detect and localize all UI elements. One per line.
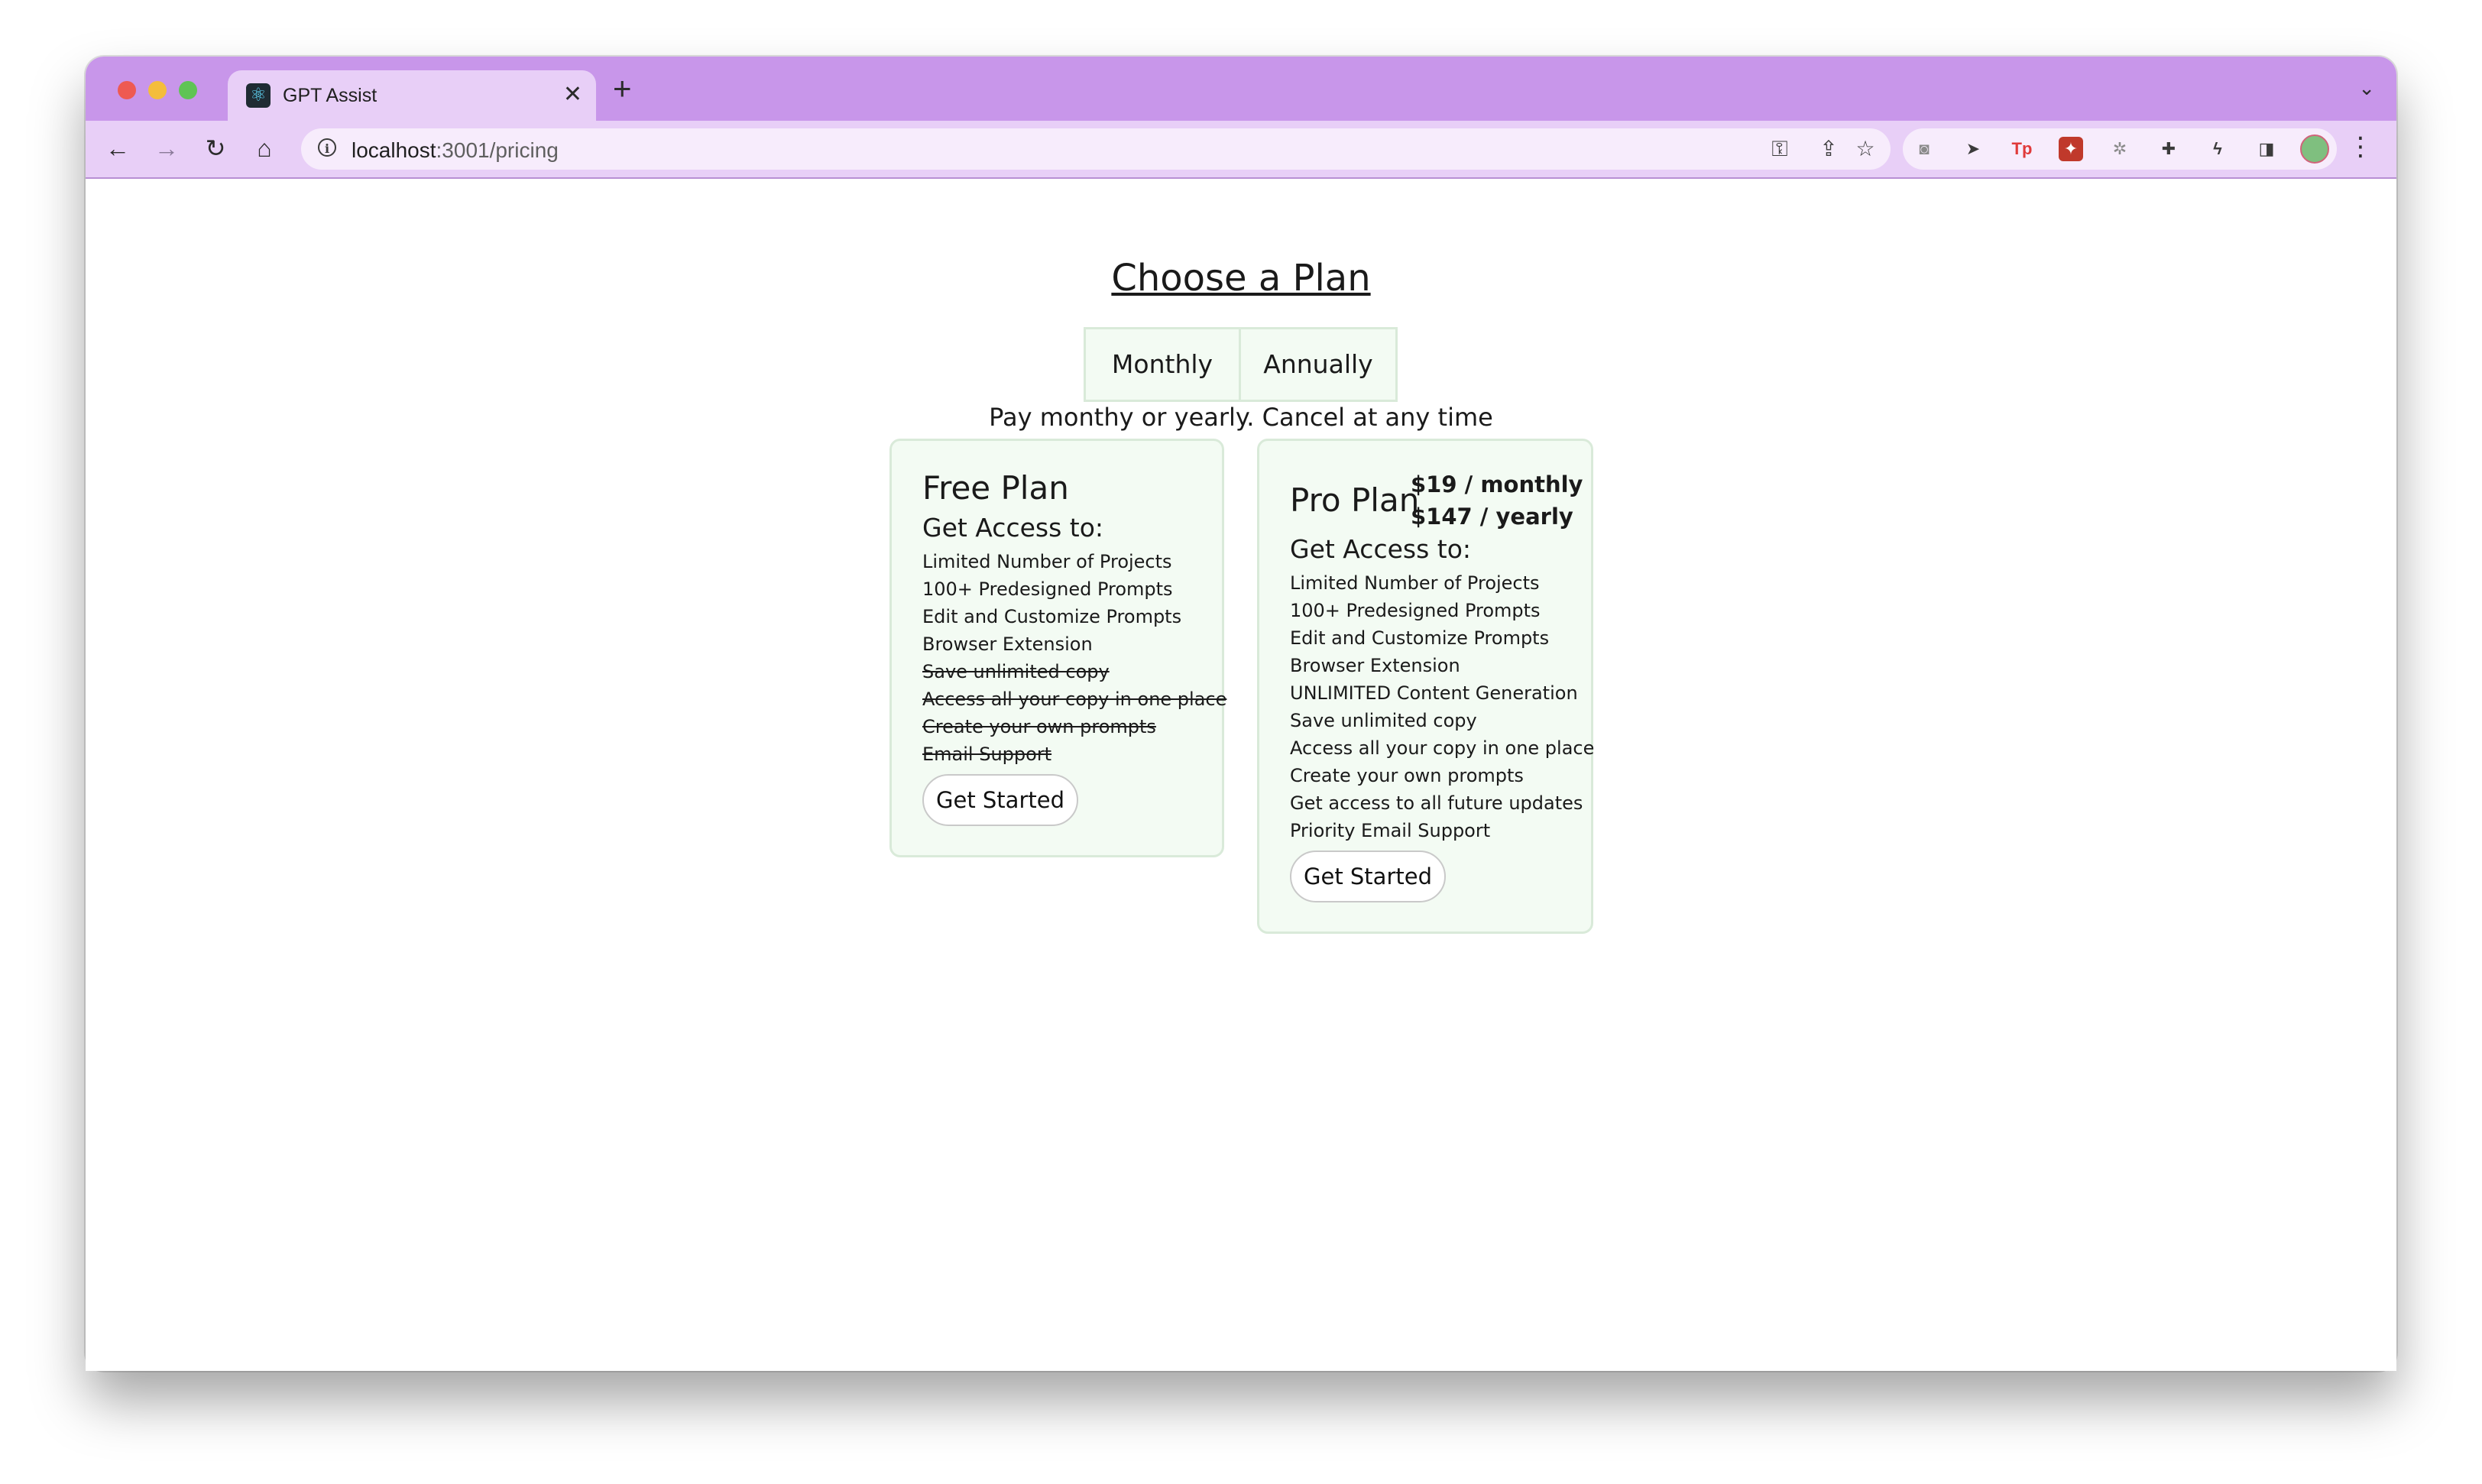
site-info-icon[interactable]: i: [318, 138, 336, 157]
plan-name: Free Plan: [922, 469, 1069, 507]
reload-icon[interactable]: ↻: [200, 133, 231, 164]
cursor-icon[interactable]: ➤: [1961, 137, 1985, 161]
feature-item: Limited Number of Projects: [1290, 572, 1540, 594]
url-text[interactable]: localhost:3001/pricing: [352, 138, 559, 163]
sidebar-icon[interactable]: ◨: [2254, 137, 2279, 161]
forward-arrow-icon[interactable]: →: [151, 133, 182, 164]
key-icon[interactable]: ⚿: [1767, 136, 1793, 162]
feature-item: Priority Email Support: [1290, 820, 1491, 841]
new-tab-button[interactable]: +: [613, 73, 632, 105]
billing-toggle: Monthly Annually: [1084, 327, 1398, 402]
profile-avatar[interactable]: [2300, 134, 2329, 164]
back-arrow-icon[interactable]: ←: [102, 133, 133, 164]
page-content: Choose a Plan Monthly Annually Pay month…: [86, 179, 2396, 1371]
price-monthly: $19 / monthly: [1411, 471, 1583, 497]
browser-toolbar: ← → ↻ ⌂ i localhost:3001/pricing ⚿ ⇪ ☆ ◙…: [86, 121, 2396, 179]
tp-extension-icon[interactable]: Tp: [2010, 137, 2034, 161]
pro-get-started-button[interactable]: Get Started: [1290, 851, 1446, 902]
url-host: localhost: [352, 138, 436, 162]
url-path: :3001/pricing: [436, 138, 559, 162]
feature-list: Limited Number of Projects 100+ Predesig…: [922, 548, 1226, 768]
feature-item: Access all your copy in one place: [1290, 737, 1595, 759]
home-icon[interactable]: ⌂: [249, 133, 280, 164]
feature-item: Save unlimited copy: [1290, 710, 1477, 731]
browser-menu-icon[interactable]: ⋮: [2348, 131, 2373, 162]
access-label: Get Access to:: [1290, 534, 1472, 564]
game-extension-icon[interactable]: ✦: [2059, 137, 2083, 161]
title-bar: ⚛ GPT Assist ✕ + ⌄: [86, 57, 2396, 121]
feature-item: Get access to all future updates: [1290, 792, 1583, 814]
page-title: Choose a Plan: [1111, 257, 1371, 300]
price-block: $19 / monthly $147 / yearly: [1411, 468, 1583, 533]
tab-search-chevron-icon[interactable]: ⌄: [2358, 76, 2375, 100]
puzzle-icon[interactable]: ✚: [2156, 137, 2181, 161]
feature-item: UNLIMITED Content Generation: [1290, 682, 1578, 704]
feature-item: 100+ Predesigned Prompts: [922, 578, 1173, 600]
feature-item: Edit and Customize Prompts: [922, 606, 1182, 627]
plan-name: Pro Plan: [1290, 481, 1420, 519]
react-favicon-icon: ⚛: [246, 83, 271, 108]
feature-item: Limited Number of Projects: [922, 551, 1172, 572]
price-yearly: $147 / yearly: [1411, 504, 1573, 530]
feature-item: Create your own prompts: [1290, 765, 1524, 786]
close-window-button[interactable]: [118, 81, 136, 99]
billing-subtitle: Pay monthy or yearly. Cancel at any time: [989, 403, 1493, 432]
camera-icon[interactable]: ◙: [1912, 137, 1936, 161]
lightning-icon[interactable]: ϟ: [2205, 137, 2230, 161]
feature-item: 100+ Predesigned Prompts: [1290, 600, 1541, 621]
address-bar[interactable]: i localhost:3001/pricing ⚿ ⇪ ☆: [301, 128, 1891, 170]
share-icon[interactable]: ⇪: [1816, 136, 1842, 162]
bookmark-star-icon[interactable]: ☆: [1852, 136, 1878, 162]
tab-close-icon[interactable]: ✕: [563, 81, 582, 109]
pro-plan-card: Pro Plan $19 / monthly $147 / yearly Get…: [1257, 439, 1594, 934]
feature-item: Edit and Customize Prompts: [1290, 627, 1550, 649]
monthly-toggle-button[interactable]: Monthly: [1086, 329, 1241, 400]
browser-tab[interactable]: ⚛ GPT Assist ✕: [228, 70, 596, 121]
feature-item: Browser Extension: [922, 633, 1093, 655]
free-get-started-button[interactable]: Get Started: [922, 774, 1078, 826]
annually-toggle-button[interactable]: Annually: [1241, 329, 1395, 400]
free-plan-card: Free Plan Get Access to: Limited Number …: [889, 439, 1226, 857]
bug-icon[interactable]: ✲: [2108, 137, 2132, 161]
feature-item-excluded: Email Support: [922, 744, 1052, 765]
feature-item-excluded: Create your own prompts: [922, 716, 1156, 737]
feature-item-excluded: Save unlimited copy: [922, 661, 1110, 682]
extensions-bar: ◙ ➤ Tp ✦ ✲ ✚ ϟ ◨: [1903, 128, 2337, 170]
feature-item: Browser Extension: [1290, 655, 1460, 676]
feature-item-excluded: Access all your copy in one place: [922, 689, 1227, 710]
maximize-window-button[interactable]: [179, 81, 197, 99]
tab-title: GPT Assist: [283, 85, 377, 106]
access-label: Get Access to:: [922, 513, 1104, 543]
feature-list: Limited Number of Projects 100+ Predesig…: [1290, 569, 1594, 844]
minimize-window-button[interactable]: [148, 81, 167, 99]
